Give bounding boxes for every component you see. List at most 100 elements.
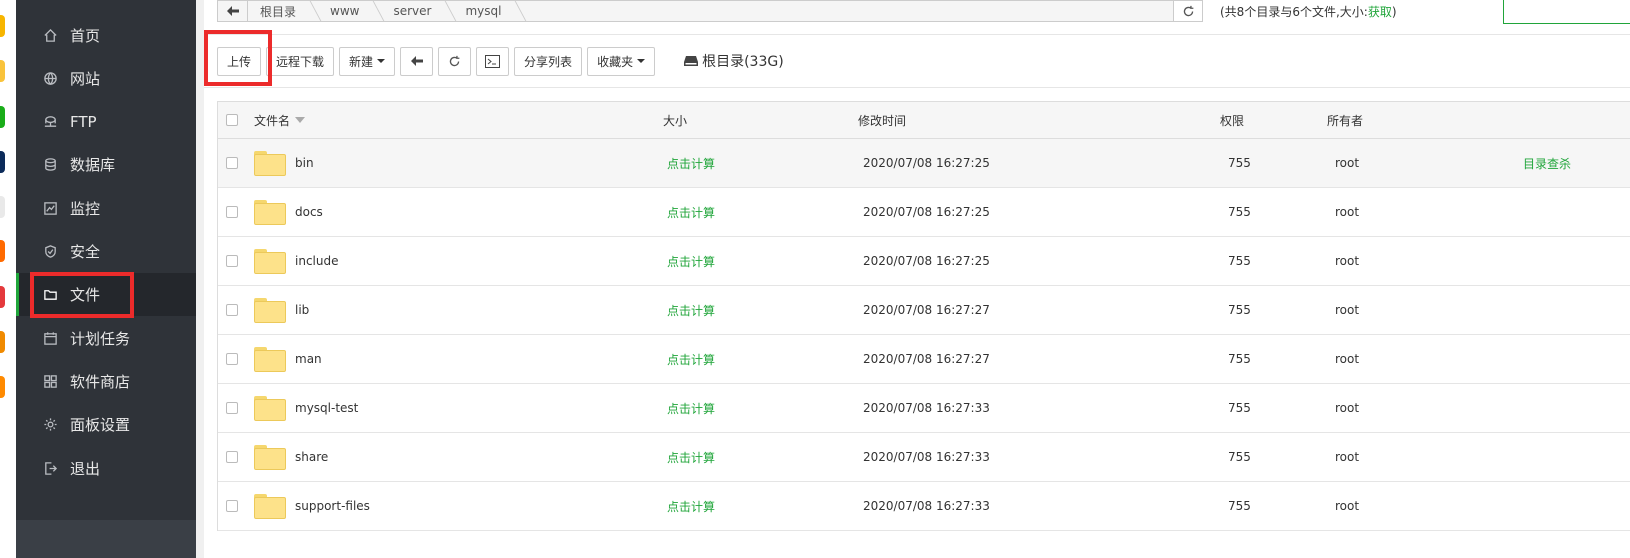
breadcrumb-item[interactable]: www [318,1,381,21]
file-permission[interactable]: 755 [1228,401,1251,415]
sidebar-item-files[interactable]: 文件 [16,273,196,316]
caret-down-icon [637,59,646,63]
app-icon[interactable] [0,286,5,308]
sidebar-item-ftp[interactable]: FTP [16,100,196,143]
file-permission[interactable]: 755 [1228,205,1251,219]
file-owner: root [1335,205,1360,219]
table-row[interactable]: share 点击计算 2020/07/08 16:27:33 755 root [218,433,1630,482]
sidebar-item-home[interactable]: 首页 [16,14,196,57]
app-icon[interactable] [0,151,5,173]
row-checkbox[interactable] [226,206,238,218]
calc-size-link[interactable]: 点击计算 [667,253,715,270]
refresh-icon [449,55,460,66]
file-permission[interactable]: 755 [1228,499,1251,513]
calc-size-link[interactable]: 点击计算 [667,449,715,466]
folder-icon [254,444,286,470]
file-mtime: 2020/07/08 16:27:25 [863,254,990,268]
file-name[interactable]: lib [295,303,309,317]
search-box-edge[interactable] [1503,0,1630,24]
breadcrumb-item[interactable]: mysql [453,1,523,21]
row-checkbox[interactable] [226,255,238,267]
ftp-icon [42,114,58,130]
file-permission[interactable]: 755 [1228,450,1251,464]
table-row[interactable]: man 点击计算 2020/07/08 16:27:27 755 root [218,335,1630,384]
share-list-button[interactable]: 分享列表 [514,46,583,76]
sidebar-item-cron[interactable]: 计划任务 [16,317,196,360]
table-row[interactable]: include 点击计算 2020/07/08 16:27:25 755 roo… [218,237,1630,286]
favorites-dropdown-button[interactable]: 收藏夹 [587,46,656,76]
calc-size-link[interactable]: 点击计算 [667,351,715,368]
table-row[interactable]: lib 点击计算 2020/07/08 16:27:27 755 root [218,286,1630,335]
file-table: 文件名 大小 修改时间 权限 所有者 bin 点击计算 2020/07/08 1… [217,101,1630,531]
sidebar-item-website[interactable]: 网站 [16,57,196,100]
folder-icon [254,150,286,176]
row-checkbox[interactable] [226,304,238,316]
folder-icon [254,248,286,274]
app-icon[interactable] [0,240,5,262]
path-refresh-button[interactable] [1173,0,1203,22]
file-name[interactable]: support-files [295,499,370,513]
row-checkbox[interactable] [226,157,238,169]
calc-size-link[interactable]: 点击计算 [667,204,715,221]
table-row[interactable]: mysql-test 点击计算 2020/07/08 16:27:33 755 … [218,384,1630,433]
header-mtime[interactable]: 修改时间 [858,102,906,138]
file-permission[interactable]: 755 [1228,254,1251,268]
app-icon[interactable] [0,15,5,37]
file-name[interactable]: mysql-test [295,401,358,415]
file-mtime: 2020/07/08 16:27:27 [863,303,990,317]
breadcrumb-item[interactable]: server [381,1,453,21]
table-row[interactable]: docs 点击计算 2020/07/08 16:27:25 755 root [218,188,1630,237]
path-bar: 根目录 www server mysql (共8个目录与6个文件,大小:获取) [217,0,1630,24]
file-name[interactable]: share [295,450,328,464]
app-icon[interactable] [0,60,5,82]
grid-icon [42,374,58,390]
row-checkbox[interactable] [226,402,238,414]
select-all-checkbox[interactable] [226,114,238,126]
sidebar-item-security[interactable]: 安全 [16,230,196,273]
app-icon[interactable] [0,106,5,128]
file-owner: root [1335,156,1360,170]
path-back-button[interactable] [218,1,248,21]
table-row[interactable]: bin 点击计算 2020/07/08 16:27:25 755 root 目录… [218,139,1630,188]
refresh-button[interactable] [438,46,472,76]
disk-selector[interactable]: 根目录(33G) [684,51,784,71]
calc-size-link[interactable]: 点击计算 [667,155,715,172]
file-mtime: 2020/07/08 16:27:27 [863,352,990,366]
file-permission[interactable]: 755 [1228,303,1251,317]
calc-size-link[interactable]: 点击计算 [667,400,715,417]
header-perm[interactable]: 权限 [1220,102,1244,138]
sidebar-item-database[interactable]: 数据库 [16,143,196,186]
row-checkbox[interactable] [226,353,238,365]
calc-size-link[interactable]: 点击计算 [667,498,715,515]
upload-button[interactable]: 上传 [217,46,262,76]
new-dropdown-button[interactable]: 新建 [339,46,396,76]
calc-size-link[interactable]: 点击计算 [667,302,715,319]
table-row[interactable]: support-files 点击计算 2020/07/08 16:27:33 7… [218,482,1630,531]
file-permission[interactable]: 755 [1228,156,1251,170]
terminal-button[interactable] [476,46,510,76]
sidebar-item-store[interactable]: 软件商店 [16,360,196,403]
back-button[interactable] [400,46,434,76]
header-name[interactable]: 文件名 [254,102,306,138]
header-size[interactable]: 大小 [663,102,687,138]
dir-scan-link[interactable]: 目录查杀 [1523,155,1571,172]
file-name[interactable]: bin [295,156,314,170]
file-name[interactable]: include [295,254,338,268]
app-icon[interactable] [0,376,5,398]
sidebar-item-logout[interactable]: 退出 [16,447,196,490]
file-name[interactable]: docs [295,205,323,219]
app-icon[interactable] [0,196,5,218]
sidebar-item-settings[interactable]: 面板设置 [16,403,196,446]
file-name[interactable]: man [295,352,322,366]
row-checkbox[interactable] [226,500,238,512]
remote-download-button[interactable]: 远程下载 [266,46,335,76]
header-owner[interactable]: 所有者 [1327,102,1363,138]
file-permission[interactable]: 755 [1228,352,1251,366]
dir-summary: (共8个目录与6个文件,大小:获取) [1220,5,1397,19]
row-checkbox[interactable] [226,451,238,463]
sidebar-item-monitor[interactable]: 监控 [16,187,196,230]
file-mtime: 2020/07/08 16:27:25 [863,156,990,170]
calc-size-link[interactable]: 获取 [1368,5,1392,19]
app-icon[interactable] [0,331,5,353]
breadcrumb-item[interactable]: 根目录 [248,1,318,21]
